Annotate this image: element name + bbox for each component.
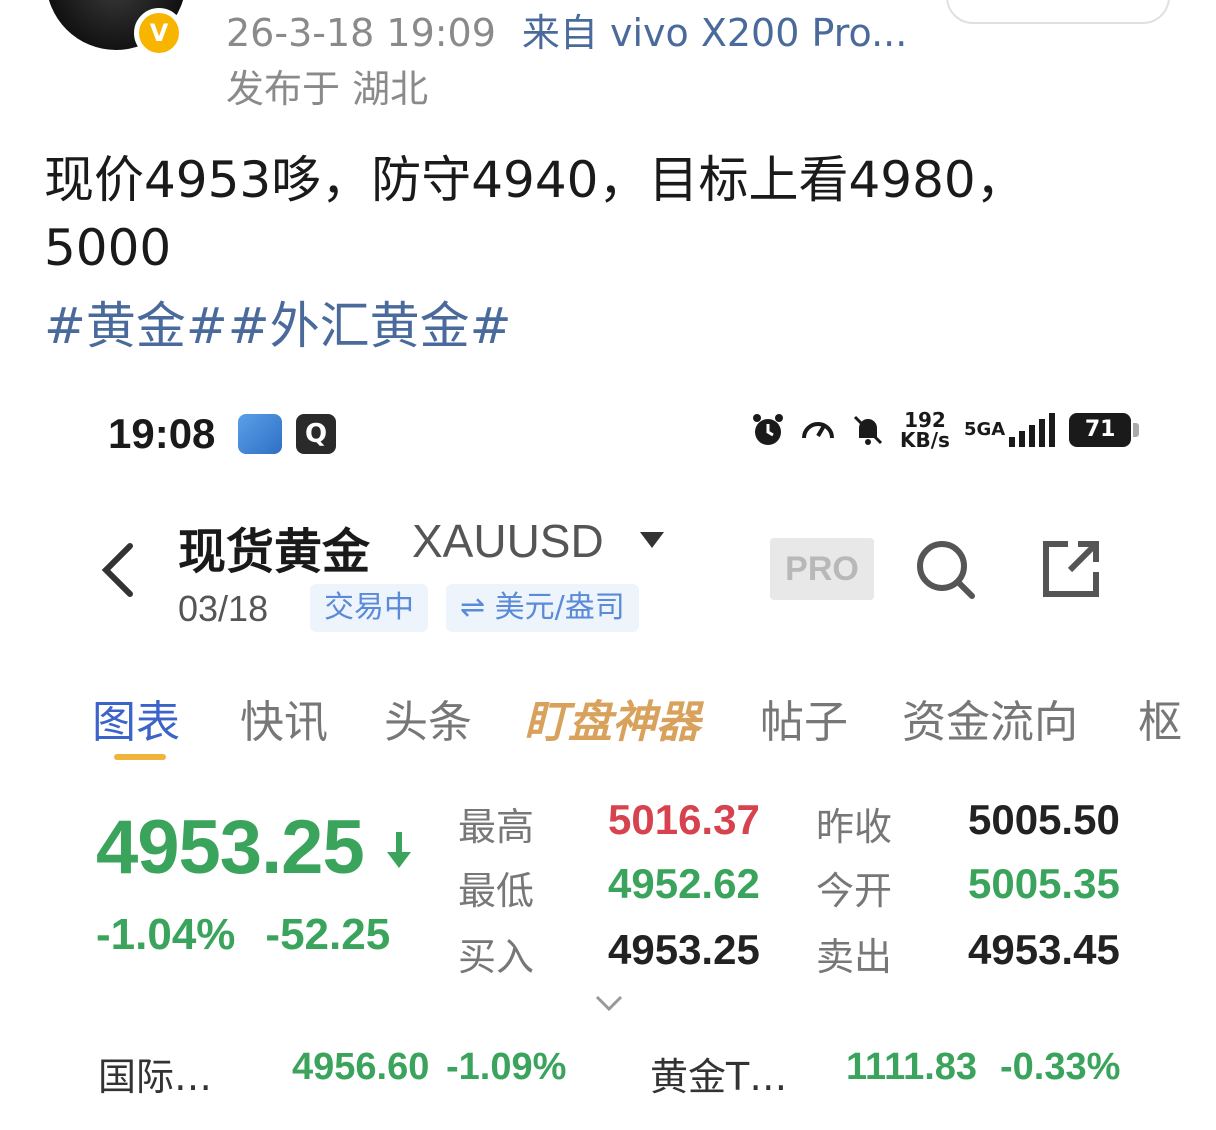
related-instrument-price: 1111.83 <box>846 1046 978 1088</box>
low-label: 最低 <box>458 869 535 913</box>
related-instrument-name[interactable]: 黄金T… <box>650 1046 787 1101</box>
post-meta: 26-3-18 19:09 来自 vivo X200 Pro... <box>226 2 907 57</box>
back-arrow-icon[interactable] <box>98 540 138 600</box>
tab-watch-tool[interactable]: 盯盘神器 <box>524 686 700 750</box>
speedometer-icon <box>802 422 834 439</box>
search-icon[interactable] <box>914 538 976 600</box>
prev-close-label: 昨收 <box>816 805 893 849</box>
change-percent: -1.04% <box>96 910 236 959</box>
ask-value: 4953.45 <box>968 926 1120 973</box>
signal-bars-icon <box>1009 413 1059 447</box>
share-external-icon[interactable] <box>1040 538 1102 600</box>
ask-label: 卖出 <box>816 935 893 979</box>
low-value: 4952.62 <box>608 860 760 907</box>
unit-toggle[interactable]: ⇌ 美元/盎司 <box>446 584 639 632</box>
verified-badge-icon: V <box>134 8 184 58</box>
related-instrument-name[interactable]: 国际… <box>98 1046 212 1101</box>
chevron-down-icon[interactable] <box>594 994 624 1012</box>
tab-headlines[interactable]: 头条 <box>384 686 472 750</box>
related-instrument-price: 4956.60 <box>292 1046 430 1088</box>
prev-close-value: 5005.50 <box>968 796 1120 843</box>
tab-posts[interactable]: 帖子 <box>760 686 848 750</box>
tab-chart[interactable]: 图表 <box>92 686 180 750</box>
status-bar-indicators: 192 KB/s 5GA 71 <box>750 408 1140 452</box>
tab-bar: 图表 快讯 头条 盯盘神器 帖子 资金流向 枢 <box>92 686 1192 766</box>
post-timestamp: 26-3-18 19:09 <box>226 11 496 55</box>
instrument-title: 现货黄金 <box>178 524 371 580</box>
tab-flash-news[interactable]: 快讯 <box>240 686 328 750</box>
trading-status-badge: 交易中 <box>310 584 428 632</box>
bid-label: 买入 <box>458 935 535 979</box>
bid-value: 4953.25 <box>608 926 760 973</box>
down-arrow-icon <box>387 832 411 868</box>
network-type: 5GA <box>963 419 1006 440</box>
active-tab-indicator <box>114 754 166 760</box>
post-source-device[interactable]: 来自 vivo X200 Pro... <box>522 11 907 55</box>
mute-bell-icon <box>853 415 883 445</box>
open-value: 5005.35 <box>968 860 1120 907</box>
weibo-post: V 26-3-18 19:09 来自 vivo X200 Pro... 发布于 湖… <box>0 0 1216 1130</box>
app-notification-icon <box>238 414 282 454</box>
net-speed: 192 KB/s <box>900 408 950 452</box>
change-absolute: -52.25 <box>265 910 391 959</box>
tab-capital-flow[interactable]: 资金流向 <box>902 686 1078 750</box>
caret-down-icon[interactable] <box>638 530 666 550</box>
pro-button[interactable]: PRO <box>770 538 874 600</box>
price-change: -1.04% -52.25 <box>96 910 390 960</box>
quote-date: 03/18 <box>178 588 269 629</box>
battery-icon: 71 <box>1069 413 1140 447</box>
q-app-icon: Q <box>296 414 336 454</box>
status-bar-time: 19:08 <box>108 410 216 457</box>
post-location: 发布于 湖北 <box>226 67 429 111</box>
post-body-text: 现价4953哆，防守4940，目标上看4980，5000 <box>44 151 1026 277</box>
alarm-icon <box>753 414 783 445</box>
related-instrument-change: -0.33% <box>1000 1046 1121 1088</box>
tab-more[interactable]: 枢 <box>1138 686 1182 750</box>
related-instrument-change: -1.09% <box>446 1046 567 1088</box>
instrument-code[interactable]: XAUUSD <box>412 514 604 568</box>
high-value: 5016.37 <box>608 796 760 843</box>
last-price: 4953.25 <box>96 805 365 890</box>
post-hashtags[interactable]: #黄金##外汇黄金# <box>44 286 512 358</box>
open-label: 今开 <box>816 869 893 913</box>
read-button[interactable]: 阅读 <box>946 0 1170 24</box>
high-label: 最高 <box>458 805 535 849</box>
